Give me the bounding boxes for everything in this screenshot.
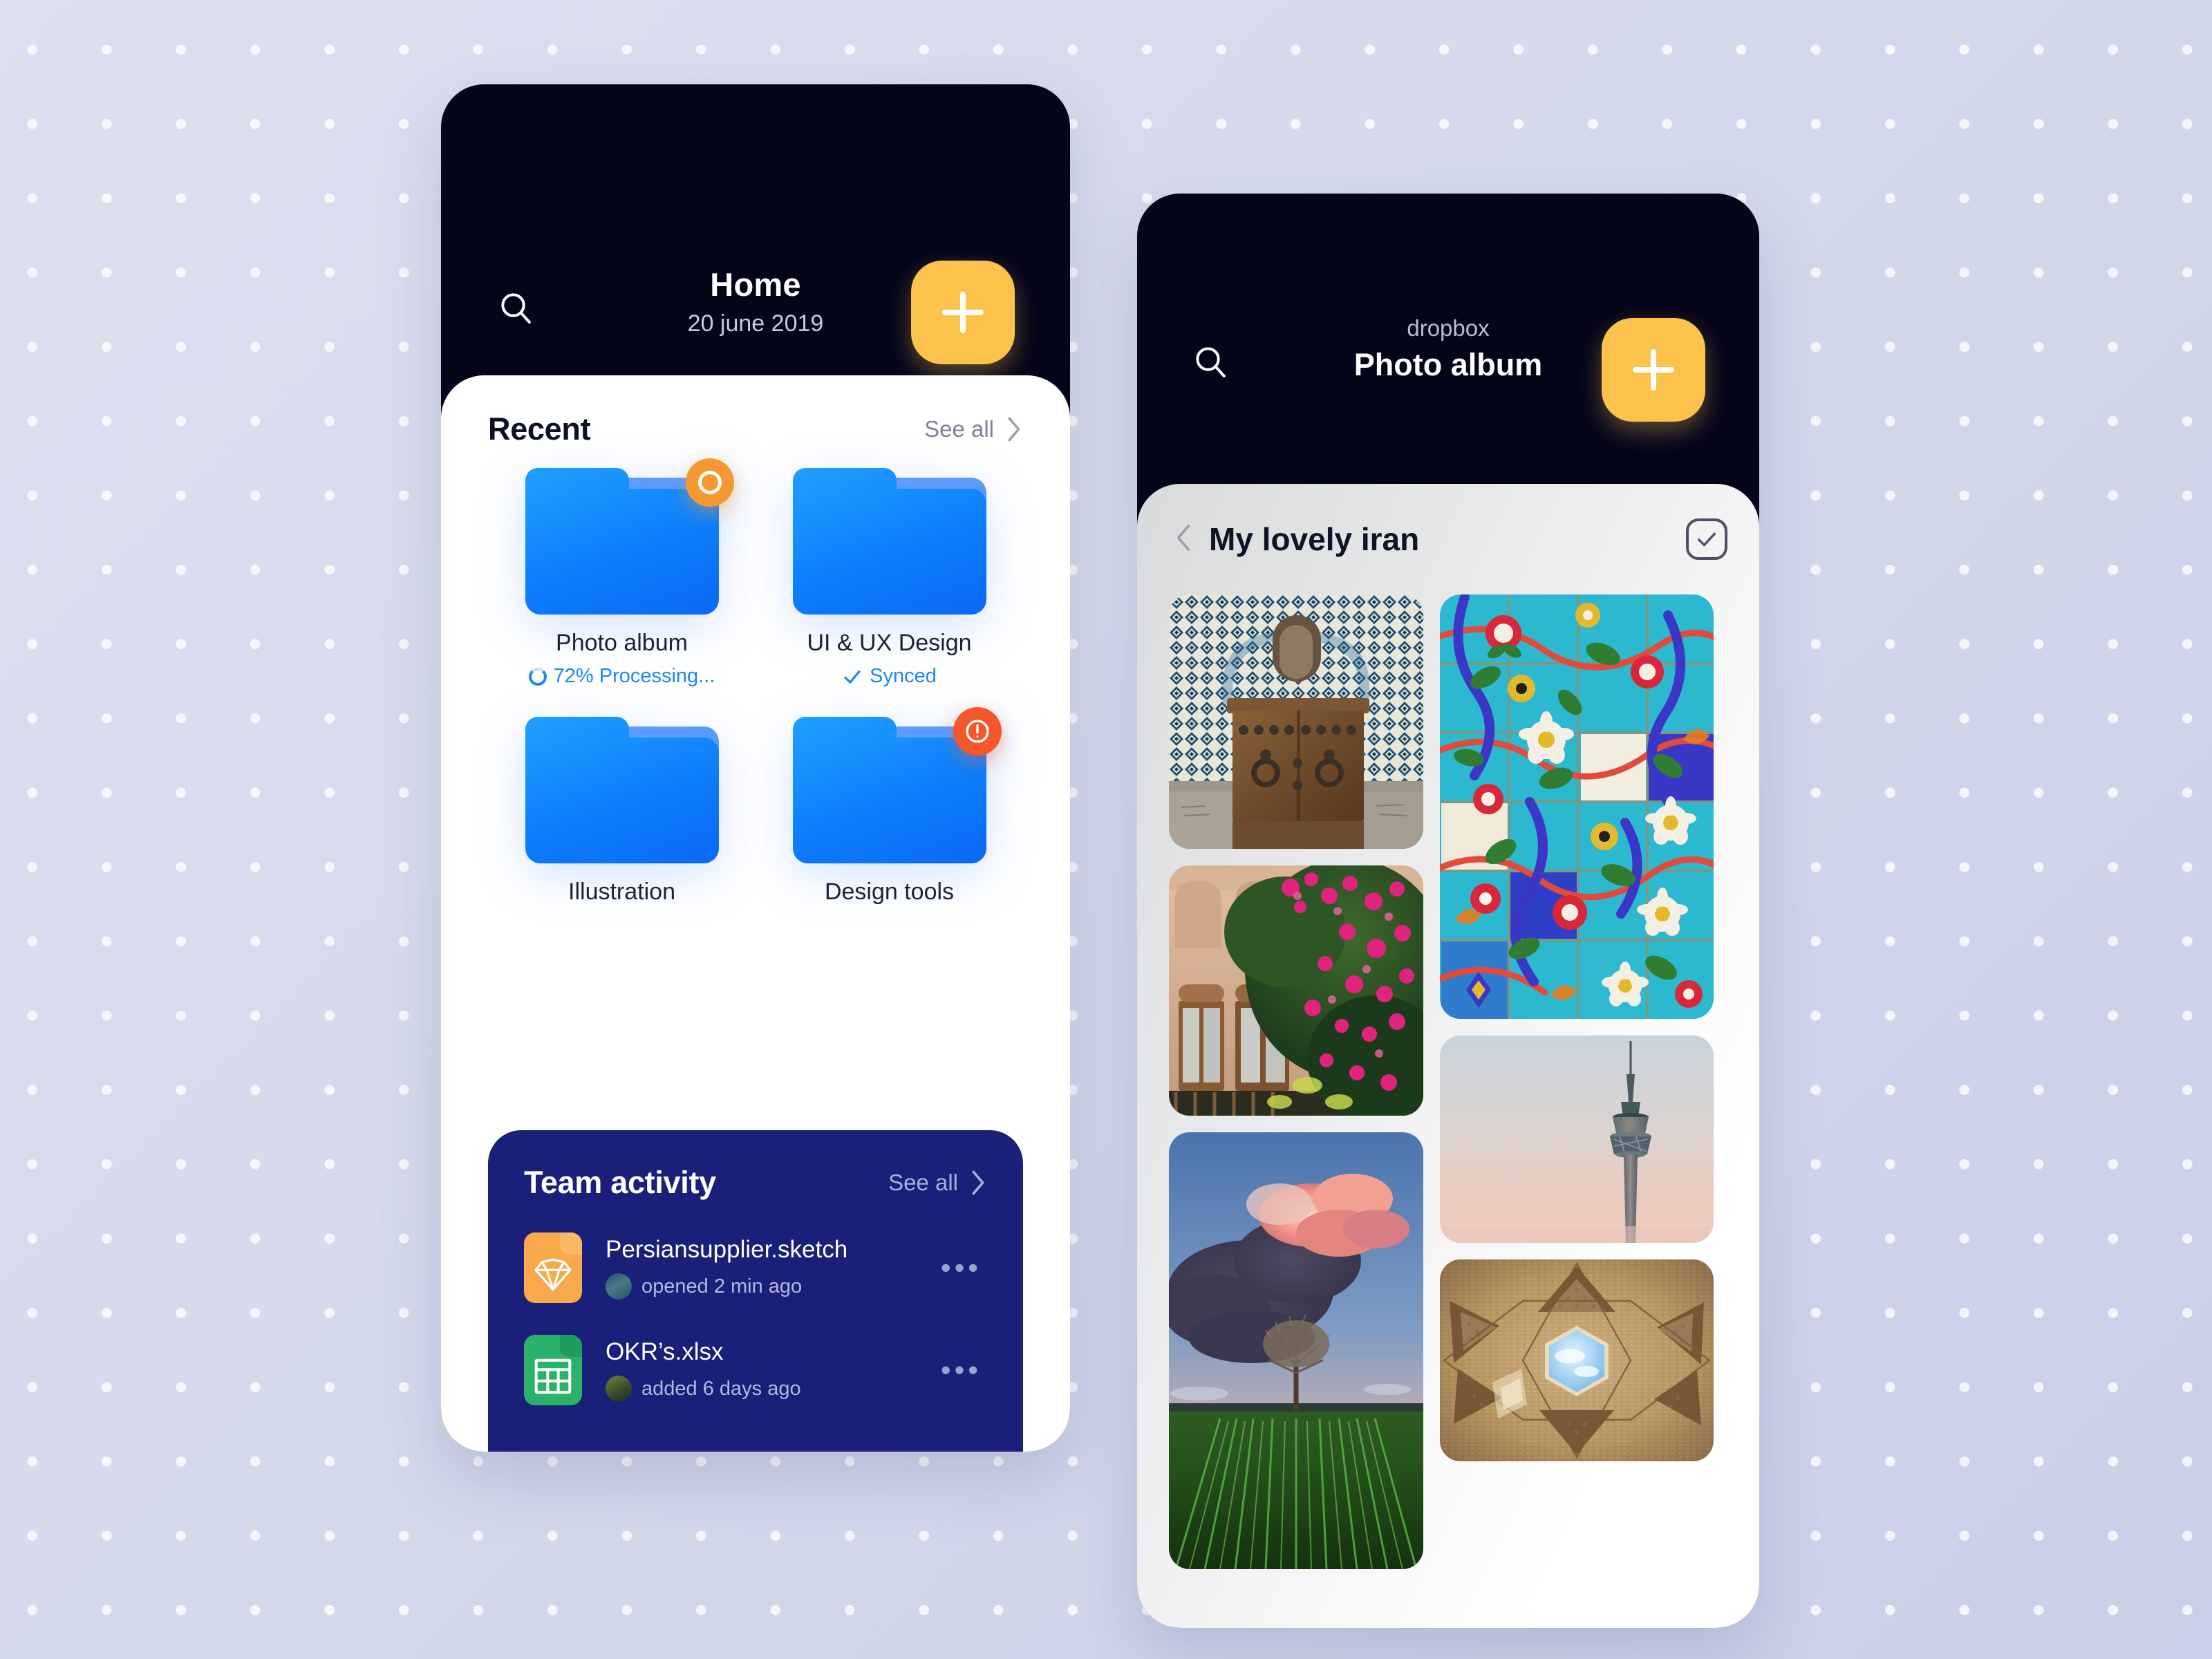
activity-text: Persiansupplier.sketch opened 2 min ago	[606, 1236, 935, 1300]
team-activity-see-all-link[interactable]: See all	[888, 1169, 987, 1197]
activity-file-name: OKR’s.xlsx	[606, 1338, 724, 1365]
folder-status-label: 72% Processing...	[553, 665, 715, 687]
check-square-icon	[1697, 532, 1716, 547]
photo-column-left	[1169, 594, 1423, 1569]
milad-tower-tehran-image	[1440, 1035, 1714, 1243]
team-activity-see-all-label: See all	[888, 1170, 958, 1195]
album-subheader: My lovely iran	[1169, 484, 1727, 594]
activity-text: OKR’s.xlsx added 6 days ago	[606, 1338, 935, 1402]
phone-screen-home: Home 20 june 2019 Recent See all Photo a…	[441, 84, 1070, 1452]
activity-meta: added 6 days ago	[606, 1376, 935, 1402]
photo-column-right	[1440, 594, 1714, 1569]
folder-item-photo-album[interactable]: Photo album 72% Processing...	[488, 458, 756, 688]
more-horizontal-icon[interactable]: •••	[935, 1352, 987, 1389]
spinner-icon	[528, 667, 547, 686]
back-button[interactable]	[1169, 516, 1205, 563]
sketch-diamond-icon	[534, 1258, 572, 1291]
album-header: dropbox Photo album	[1137, 194, 1759, 484]
activity-meta-label: added 6 days ago	[641, 1377, 801, 1400]
photo-thumbnail[interactable]	[1440, 1035, 1714, 1243]
more-horizontal-icon[interactable]: •••	[935, 1250, 987, 1286]
plus-icon	[1633, 349, 1674, 391]
brick-dome-ceiling-with-skylight-image	[1440, 1259, 1714, 1461]
recent-title: Recent	[488, 411, 591, 447]
activity-file-name: Persiansupplier.sketch	[606, 1236, 848, 1263]
photo-thumbnail[interactable]	[1169, 594, 1423, 849]
traditional-house-with-bougainvillea-image	[1169, 865, 1423, 1116]
folder-label: UI & UX Design	[807, 630, 972, 656]
folder-icon	[525, 458, 734, 615]
album-name: My lovely iran	[1209, 521, 1420, 557]
sketch-file-icon	[524, 1232, 582, 1303]
photo-thumbnail[interactable]	[1169, 1132, 1423, 1569]
activity-meta-label: opened 2 min ago	[641, 1275, 803, 1297]
folder-status-label: Synced	[870, 665, 937, 687]
photo-grid	[1169, 594, 1727, 1569]
ring-icon	[697, 471, 722, 494]
photo-thumbnail[interactable]	[1169, 865, 1423, 1116]
folder-icon	[792, 707, 1002, 863]
recent-folder-grid: Photo album 72% Processing... UI & UX De…	[488, 458, 1023, 906]
exclamation-icon	[965, 720, 989, 743]
team-activity-card: Team activity See all Persiansupplier.sk…	[488, 1130, 1023, 1452]
avatar	[606, 1376, 632, 1402]
folder-label: Illustration	[568, 879, 675, 905]
photo-thumbnail[interactable]	[1440, 1259, 1714, 1461]
persian-tiled-wooden-door-image	[1169, 594, 1423, 849]
team-activity-title: Team activity	[524, 1165, 716, 1200]
home-content-sheet: Recent See all Photo album 72% Processin…	[441, 375, 1070, 1452]
avatar	[606, 1273, 632, 1300]
xlsx-file-icon	[524, 1335, 582, 1405]
home-header: Home 20 june 2019	[441, 84, 1070, 375]
add-button[interactable]	[911, 261, 1015, 364]
recent-section-header: Recent See all	[488, 411, 1023, 447]
recent-see-all-label: See all	[924, 416, 994, 442]
background-dot-pattern	[0, 0, 2212, 1659]
activity-meta: opened 2 min ago	[606, 1273, 935, 1300]
recent-see-all-link[interactable]: See all	[924, 415, 1023, 443]
add-button[interactable]	[1602, 318, 1705, 422]
photo-thumbnail[interactable]	[1440, 594, 1714, 1019]
chevron-left-icon	[1177, 524, 1190, 551]
check-icon	[844, 670, 861, 684]
select-all-button[interactable]	[1686, 518, 1727, 560]
spreadsheet-grid-icon	[534, 1358, 572, 1394]
chevron-right-icon	[972, 1170, 984, 1195]
chevron-right-icon	[1008, 417, 1020, 442]
folder-item-ui-ux-design[interactable]: UI & UX Design Synced	[756, 468, 1023, 688]
folder-icon	[525, 717, 719, 863]
folder-status: 72% Processing...	[528, 665, 715, 688]
folder-status: Synced	[842, 665, 937, 688]
folder-item-illustration[interactable]: Illustration	[488, 717, 756, 906]
team-activity-header: Team activity See all	[524, 1165, 987, 1201]
folder-label: Design tools	[824, 879, 955, 905]
plus-icon	[942, 292, 984, 333]
activity-item-xlsx[interactable]: OKR’s.xlsx added 6 days ago •••	[524, 1335, 987, 1405]
folder-item-design-tools[interactable]: Design tools	[756, 707, 1023, 906]
processing-badge	[685, 458, 734, 507]
phone-screen-photo-album: dropbox Photo album My lovely iran	[1137, 194, 1759, 1628]
album-content-sheet: My lovely iran	[1137, 484, 1759, 1628]
blue-floral-persian-tilework-image	[1440, 594, 1714, 1019]
activity-item-sketch[interactable]: Persiansupplier.sketch opened 2 min ago …	[524, 1232, 987, 1303]
folder-label: Photo album	[556, 630, 688, 656]
folder-icon	[792, 468, 986, 615]
alert-badge	[953, 707, 1002, 756]
lone-tree-in-green-field-at-dusk-image	[1169, 1132, 1423, 1569]
